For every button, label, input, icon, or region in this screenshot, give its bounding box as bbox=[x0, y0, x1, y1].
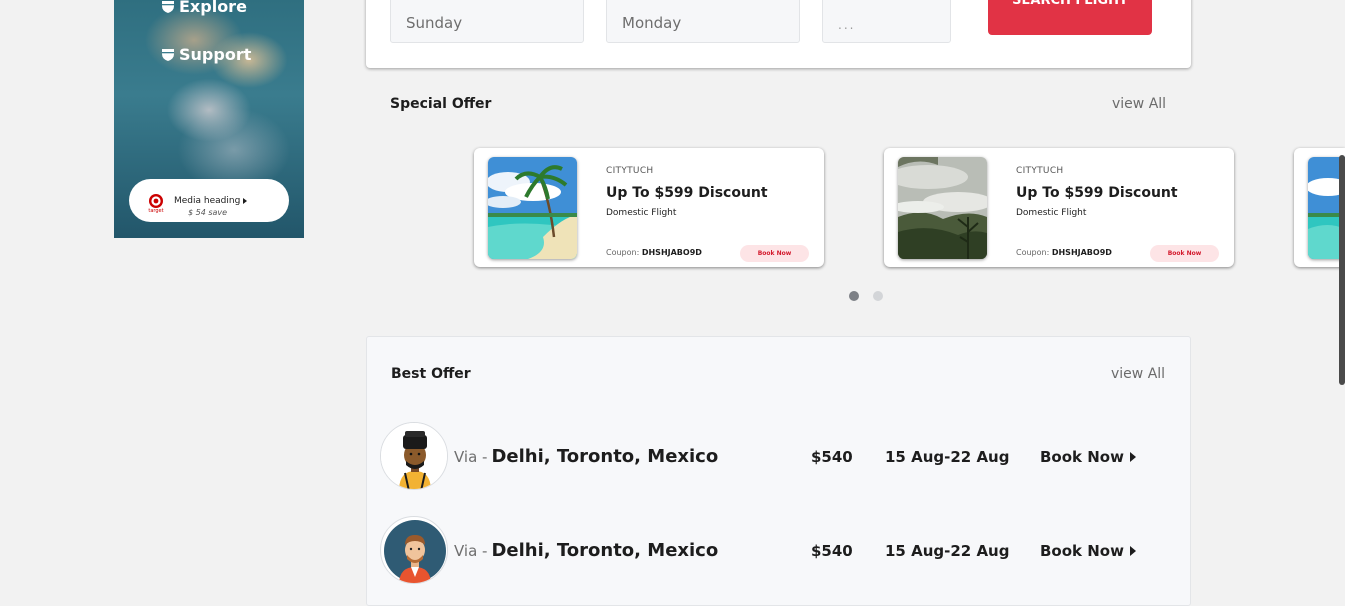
avatar bbox=[380, 422, 448, 490]
coupon-code: DHSHJABO9D bbox=[641, 248, 702, 257]
nav-item-explore[interactable]: Explore bbox=[161, 0, 247, 16]
search-panel: Sunday Monday ... SEARCH FLIGHT bbox=[366, 0, 1191, 68]
offer-title: Up To $599 Discount bbox=[606, 185, 768, 201]
carousel-dot-active[interactable] bbox=[849, 291, 859, 301]
route-text: Via - Delhi, Toronto, Mexico bbox=[454, 540, 718, 561]
offer-card-partial[interactable] bbox=[1294, 148, 1345, 267]
price: $540 bbox=[811, 542, 853, 560]
field-value: Monday bbox=[622, 14, 682, 32]
dates: 15 Aug-22 Aug bbox=[885, 542, 1010, 560]
offer-brand: CITYTUCH bbox=[606, 166, 654, 176]
target-logo-icon bbox=[149, 194, 163, 208]
nav-item-label: Support bbox=[179, 45, 252, 64]
caret-right-icon bbox=[1129, 546, 1136, 556]
offer-card[interactable]: CITYTUCH Up To $599 Discount Domestic Fl… bbox=[884, 148, 1234, 267]
via-label: Via - bbox=[454, 542, 488, 560]
field-value: ... bbox=[838, 18, 856, 32]
book-now-label: Book Now bbox=[1040, 448, 1124, 466]
nav-item-support[interactable]: Support bbox=[161, 45, 251, 64]
page-scrollbar-thumb[interactable] bbox=[1339, 155, 1345, 385]
coupon-label: Coupon: bbox=[1016, 248, 1050, 257]
special-offer-title: Special Offer bbox=[390, 96, 492, 112]
book-now-button[interactable]: Book Now bbox=[1040, 448, 1136, 466]
shield-icon bbox=[162, 48, 174, 61]
passengers-field[interactable]: ... bbox=[822, 0, 951, 43]
media-heading[interactable]: Media heading bbox=[174, 196, 248, 206]
caret-right-icon bbox=[243, 198, 248, 204]
departure-day-field[interactable]: Sunday bbox=[390, 0, 584, 43]
media-card[interactable]: target Media heading $ 54 save bbox=[129, 179, 289, 222]
offer-subtitle: Domestic Flight bbox=[1016, 208, 1087, 218]
book-now-button[interactable]: Book Now bbox=[740, 245, 809, 262]
book-now-button[interactable]: Book Now bbox=[1150, 245, 1219, 262]
avatar bbox=[380, 516, 448, 584]
coupon-code: DHSHJABO9D bbox=[1051, 248, 1112, 257]
beach-image bbox=[488, 157, 577, 259]
via-label: Via - bbox=[454, 448, 488, 466]
best-offer-title: Best Offer bbox=[391, 366, 471, 382]
route-text: Via - Delhi, Toronto, Mexico bbox=[454, 446, 718, 467]
offer-row[interactable]: Via - Delhi, Toronto, Mexico $540 15 Aug… bbox=[367, 422, 1192, 492]
sidebar: Explore Support target Media heading $ 5… bbox=[114, 0, 304, 238]
destinations: Delhi, Toronto, Mexico bbox=[491, 446, 719, 467]
offer-card[interactable]: CITYTUCH Up To $599 Discount Domestic Fl… bbox=[474, 148, 824, 267]
offer-row[interactable]: Via - Delhi, Toronto, Mexico $540 15 Aug… bbox=[367, 516, 1192, 586]
offer-brand: CITYTUCH bbox=[1016, 166, 1064, 176]
media-heading-label: Media heading bbox=[174, 196, 241, 206]
offer-coupon: Coupon: DHSHJABO9D bbox=[1016, 248, 1112, 257]
offer-coupon: Coupon: DHSHJABO9D bbox=[606, 248, 702, 257]
misty-forest-image bbox=[898, 157, 987, 259]
dates: 15 Aug-22 Aug bbox=[885, 448, 1010, 466]
shield-icon bbox=[162, 0, 174, 13]
price: $540 bbox=[811, 448, 853, 466]
book-now-button[interactable]: Book Now bbox=[1040, 542, 1136, 560]
carousel-dot[interactable] bbox=[873, 291, 883, 301]
book-now-label: Book Now bbox=[1040, 542, 1124, 560]
caret-right-icon bbox=[1129, 452, 1136, 462]
destinations: Delhi, Toronto, Mexico bbox=[491, 540, 719, 561]
return-day-field[interactable]: Monday bbox=[606, 0, 800, 43]
field-value: Sunday bbox=[406, 14, 463, 32]
best-offer-view-all-link[interactable]: view All bbox=[1111, 366, 1165, 382]
offer-title: Up To $599 Discount bbox=[1016, 185, 1178, 201]
coupon-label: Coupon: bbox=[606, 248, 640, 257]
media-logo-text: target bbox=[148, 208, 164, 214]
media-save: $ 54 save bbox=[188, 208, 228, 217]
special-offer-view-all-link[interactable]: view All bbox=[1112, 96, 1166, 112]
nav-item-label: Explore bbox=[179, 0, 247, 16]
best-offer-panel: Best Offer view All Via - Delhi, Toronto… bbox=[366, 336, 1191, 606]
search-flight-button[interactable]: SEARCH FLIGHT bbox=[988, 0, 1152, 35]
offer-subtitle: Domestic Flight bbox=[606, 208, 677, 218]
